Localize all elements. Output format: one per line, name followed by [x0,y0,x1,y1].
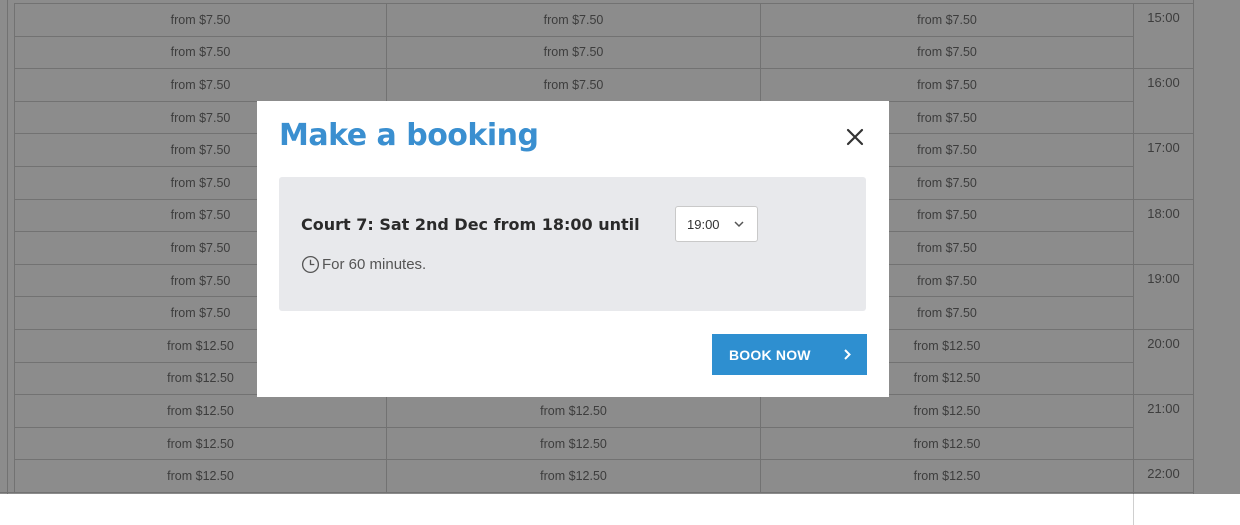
close-button[interactable] [843,125,867,149]
book-now-label: BOOK NOW [729,346,811,363]
duration-row: For 60 minutes. [301,255,426,274]
booking-modal: Make a booking Court 7: Sat 2nd Dec from… [257,101,889,397]
booking-details-panel: Court 7: Sat 2nd Dec from 18:00 until 19… [279,177,866,311]
clock-icon [301,255,320,274]
duration-text: For 60 minutes. [322,256,427,273]
chevron-right-icon [844,349,851,360]
end-time-select[interactable]: 19:00 [675,206,758,242]
close-icon [846,128,864,146]
end-time-value: 19:00 [687,216,720,232]
modal-title: Make a booking [279,118,539,153]
chevron-down-icon [734,221,744,228]
booking-description: Court 7: Sat 2nd Dec from 18:00 until [301,215,640,234]
book-now-button[interactable]: BOOK NOW [712,334,867,375]
